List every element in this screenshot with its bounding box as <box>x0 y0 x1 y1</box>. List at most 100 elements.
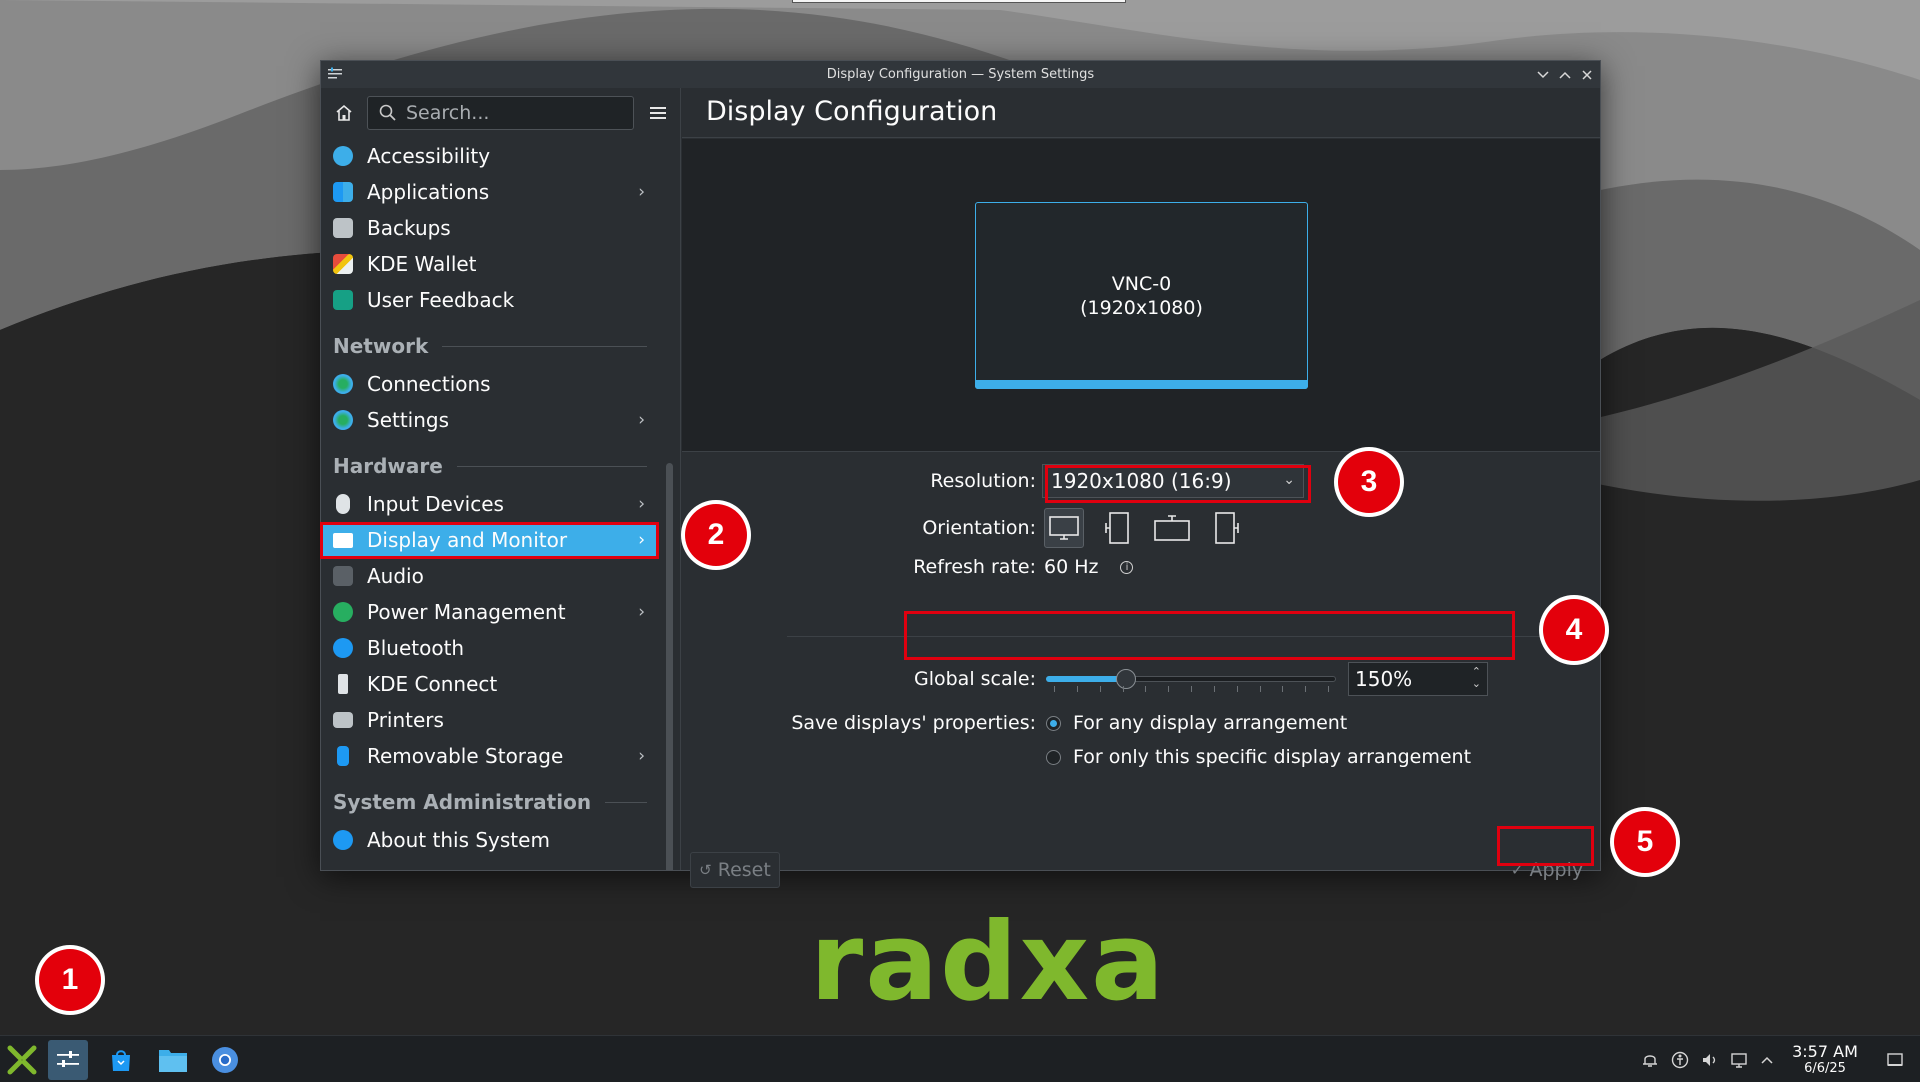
resolution-row: Resolution: 1920x1080 (16:9) ⌄ <box>682 464 1304 498</box>
chevron-right-icon: › <box>638 182 645 202</box>
monitor-icon <box>333 532 353 548</box>
clock[interactable]: 3:57 AM 6/6/25 <box>1790 1042 1860 1077</box>
slider-tick <box>1237 686 1238 692</box>
slider-handle[interactable] <box>1116 669 1136 689</box>
page-title: Display Configuration <box>706 96 998 127</box>
chevron-up-icon[interactable] <box>1757 1050 1777 1070</box>
sidebar-item-audio[interactable]: Audio <box>321 558 659 594</box>
sidebar-item-accessibility[interactable]: Accessibility <box>321 138 659 174</box>
radio-specific-arrangement-label[interactable]: For only this specific display arrangeme… <box>1073 746 1471 768</box>
monitor-name: VNC-0 <box>1111 272 1172 295</box>
slider-tick <box>1145 686 1146 692</box>
info-icon[interactable]: i <box>1120 560 1134 574</box>
chromium-browser-icon[interactable] <box>205 1040 245 1080</box>
resolution-dropdown[interactable]: 1920x1080 (16:9) ⌄ <box>1042 464 1304 498</box>
orientation-landscape-button[interactable] <box>1044 508 1084 548</box>
sidebar-item-about-this-system[interactable]: About this System <box>321 822 659 858</box>
global-scale-slider[interactable] <box>1046 669 1336 692</box>
spin-arrows-icon[interactable]: ⌃ ⌄ <box>1472 666 1481 690</box>
reset-button[interactable]: ↺ Reset <box>690 852 780 888</box>
sidebar-item-backups[interactable]: Backups <box>321 210 659 246</box>
slider-tick <box>1260 686 1261 692</box>
window-title: Display Configuration — System Settings <box>826 67 1095 82</box>
sidebar-item-bluetooth[interactable]: Bluetooth <box>321 630 659 666</box>
notifications-icon[interactable] <box>1640 1050 1660 1070</box>
slider-tick <box>1328 686 1329 692</box>
orientation-portrait-right-button[interactable] <box>1206 508 1246 548</box>
annotation-badge-5: 5 <box>1610 807 1680 877</box>
mouse-icon <box>336 494 350 514</box>
discover-store-icon[interactable] <box>101 1040 141 1080</box>
sidebar-item-kde-connect[interactable]: KDE Connect <box>321 666 659 702</box>
sidebar-item-connections[interactable]: Connections <box>321 366 659 402</box>
system-settings-window: Display Configuration — System Settings … <box>320 60 1601 888</box>
chevron-right-icon: › <box>638 530 645 550</box>
monitor-resolution: (1920x1080) <box>1080 296 1203 319</box>
maximize-button[interactable] <box>1555 65 1575 85</box>
search-icon <box>379 104 396 121</box>
sidebar-item-display-and-monitor[interactable]: Display and Monitor › <box>321 522 659 558</box>
taskbar: 3:57 AM 6/6/25 <box>0 1035 1920 1082</box>
phone-icon <box>338 674 348 694</box>
search-input[interactable] <box>406 102 626 124</box>
radio-any-arrangement-label[interactable]: For any display arrangement <box>1073 712 1347 734</box>
sidebar-item-partial[interactable] <box>321 858 659 870</box>
save-specific-row: For only this specific display arrangeme… <box>1046 746 1471 768</box>
app-launcher-icon[interactable] <box>2 1040 42 1080</box>
info-icon <box>333 830 353 850</box>
globe-icon <box>333 410 353 430</box>
power-icon <box>333 602 353 622</box>
monitor-preview[interactable]: VNC-0 (1920x1080) <box>975 202 1308 389</box>
file-manager-icon[interactable] <box>153 1040 193 1080</box>
apply-button[interactable]: ✓ Apply <box>1502 852 1592 888</box>
undo-icon: ↺ <box>699 861 712 879</box>
slider-tick <box>1282 686 1283 692</box>
sidebar-scrollbar[interactable] <box>666 463 673 870</box>
slider-tick <box>1054 686 1055 692</box>
chevron-right-icon: › <box>638 746 645 766</box>
sidebar-item-kde-wallet[interactable]: KDE Wallet <box>321 246 659 282</box>
accessibility-tray-icon[interactable] <box>1670 1050 1690 1070</box>
clock-date: 6/6/25 <box>1804 1061 1846 1076</box>
save-properties-row: Save displays' properties: For any displ… <box>682 712 1347 734</box>
sidebar-nav: Accessibility Applications › Backups KDE… <box>321 138 659 870</box>
orientation-portrait-left-button[interactable] <box>1098 508 1138 548</box>
radio-any-arrangement[interactable] <box>1046 715 1061 731</box>
sidebar-item-power-management[interactable]: Power Management › <box>321 594 659 630</box>
close-button[interactable] <box>1577 65 1597 85</box>
title-bar[interactable]: Display Configuration — System Settings <box>321 61 1600 88</box>
settings-app-icon <box>328 67 342 79</box>
slider-tick <box>1100 686 1101 692</box>
section-network: Network <box>321 318 659 366</box>
kde-wallet-icon <box>333 254 353 274</box>
hamburger-menu-icon[interactable] <box>647 102 669 124</box>
form-divider <box>787 636 1596 637</box>
section-system-administration: System Administration <box>321 774 659 822</box>
sidebar-item-user-feedback[interactable]: User Feedback <box>321 282 659 318</box>
sidebar-item-printers[interactable]: Printers <box>321 702 659 738</box>
search-field[interactable] <box>367 96 634 130</box>
sidebar-item-applications[interactable]: Applications › <box>321 174 659 210</box>
radio-specific-arrangement[interactable] <box>1046 749 1061 765</box>
network-tray-icon[interactable] <box>1729 1050 1749 1070</box>
chevron-right-icon: › <box>638 602 645 622</box>
content-header: Display Configuration <box>682 88 1600 138</box>
radxa-logo: radxa <box>810 900 1166 1025</box>
orientation-flipped-button[interactable] <box>1152 508 1192 548</box>
screen-layout-area: VNC-0 (1920x1080) <box>682 139 1600 452</box>
sidebar-item-input-devices[interactable]: Input Devices › <box>321 486 659 522</box>
chevron-down-icon: ⌄ <box>1283 472 1295 488</box>
clock-time: 3:57 AM <box>1792 1042 1858 1061</box>
sidebar-item-network-settings[interactable]: Settings › <box>321 402 659 438</box>
global-scale-label: Global scale: <box>913 668 1036 690</box>
minimize-button[interactable] <box>1533 65 1553 85</box>
home-icon[interactable] <box>333 102 355 124</box>
volume-icon[interactable] <box>1700 1050 1720 1070</box>
sidebar-item-removable-storage[interactable]: Removable Storage › <box>321 738 659 774</box>
show-desktop-icon[interactable] <box>1885 1050 1905 1070</box>
checkmark-icon: ✓ <box>1510 861 1524 879</box>
global-scale-spinbox[interactable]: 150% ⌃ ⌄ <box>1348 662 1488 696</box>
system-settings-taskbar-icon[interactable] <box>48 1040 88 1080</box>
annotation-badge-1: 1 <box>35 945 105 1015</box>
annotation-badge-4: 4 <box>1539 595 1609 665</box>
